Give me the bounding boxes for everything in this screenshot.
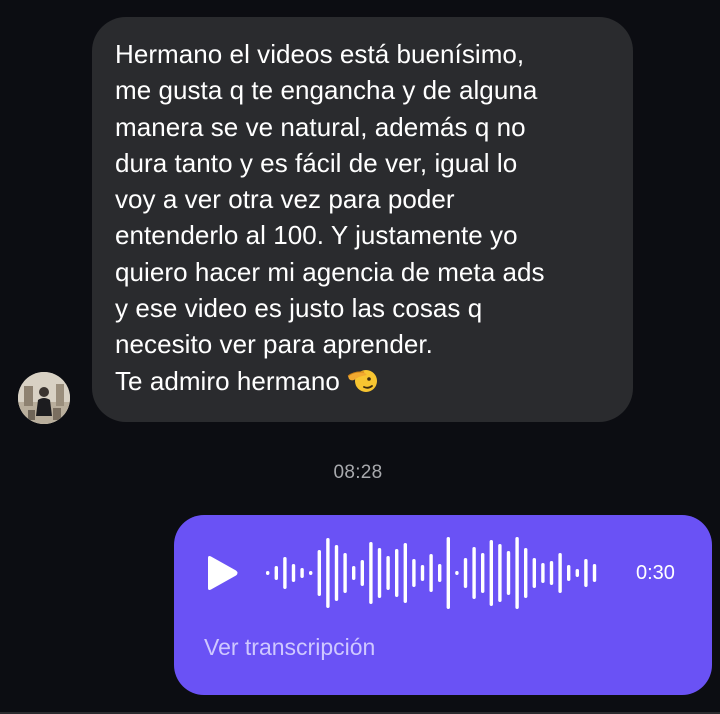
message-line: me gusta q te engancha y de alguna bbox=[115, 75, 538, 106]
voice-duration: 0:30 bbox=[636, 562, 675, 584]
play-button[interactable] bbox=[202, 553, 242, 593]
message-line: voy a ver otra vez para poder bbox=[115, 184, 455, 215]
waveform-bar bbox=[575, 569, 579, 577]
waveform-bar bbox=[558, 553, 562, 593]
waveform-bar bbox=[326, 538, 330, 608]
waveform-bar bbox=[463, 558, 468, 588]
message-line: necesito ver para aprender. bbox=[115, 329, 433, 360]
audio-waveform[interactable] bbox=[262, 533, 602, 613]
waveform-bar bbox=[438, 564, 442, 582]
waveform-bar bbox=[429, 554, 433, 592]
avatar-photo bbox=[18, 372, 70, 424]
waveform-bar bbox=[317, 550, 321, 596]
waveform-bar bbox=[532, 558, 536, 588]
message-line: dura tanto y es fácil de ver, igual lo bbox=[115, 147, 518, 178]
waveform-bar bbox=[455, 571, 459, 575]
waveform-bar bbox=[524, 548, 528, 598]
message-timestamp: 08:28 bbox=[333, 462, 383, 483]
message-line-text: Te admiro hermano bbox=[115, 365, 340, 396]
contact-avatar[interactable] bbox=[18, 372, 70, 424]
message-line: entenderlo al 100. Y justamente yo bbox=[115, 220, 518, 251]
view-transcript-link[interactable]: Ver transcripción bbox=[204, 634, 375, 661]
waveform-bar bbox=[584, 559, 588, 587]
waveform-bar bbox=[377, 548, 382, 598]
waveform-bar bbox=[515, 537, 519, 609]
waveform-bar bbox=[334, 545, 339, 601]
waveform-bar bbox=[489, 540, 493, 606]
message-line-last: Te admiro hermano bbox=[115, 363, 611, 404]
waveform-bar bbox=[343, 553, 347, 593]
waveform-bar bbox=[283, 557, 287, 589]
waveform-bar bbox=[386, 556, 390, 590]
message-line: manera se ve natural, además q no bbox=[115, 111, 526, 142]
message-line: quiero hacer mi agencia de meta ads bbox=[115, 256, 545, 287]
waveform-bar bbox=[481, 553, 485, 593]
play-icon bbox=[208, 556, 238, 590]
waveform-bar bbox=[446, 537, 450, 609]
message-line: y ese video es justo las cosas q bbox=[115, 293, 483, 324]
waveform-bar bbox=[403, 543, 407, 603]
incoming-message-bubble[interactable]: Hermano el videos está buenísimo, me gus… bbox=[92, 17, 633, 422]
waveform-bar bbox=[300, 568, 304, 578]
waveform-bar bbox=[266, 571, 270, 575]
waveform-bar bbox=[395, 549, 399, 597]
waveform-bar bbox=[472, 547, 476, 599]
waveform-bar bbox=[541, 563, 545, 583]
waveform-bar bbox=[592, 564, 597, 582]
waveform-bar bbox=[498, 544, 502, 602]
waveform-bar bbox=[412, 559, 416, 587]
waveform-bar bbox=[352, 566, 356, 580]
waveform-bar bbox=[274, 566, 278, 580]
waveform-bar bbox=[309, 571, 313, 575]
waveform-bar bbox=[567, 565, 571, 581]
waveform-bar bbox=[506, 551, 511, 595]
waveform-bar bbox=[291, 564, 296, 582]
message-line: Hermano el videos está buenísimo, bbox=[115, 39, 525, 69]
waveform-bar bbox=[549, 561, 554, 585]
waveform-bar bbox=[360, 560, 364, 586]
saluting-face-emoji-icon bbox=[346, 367, 378, 404]
voice-message-bubble[interactable]: 0:30 Ver transcripción bbox=[174, 515, 712, 695]
waveform-bar bbox=[369, 542, 373, 604]
waveform-bar bbox=[420, 565, 425, 581]
